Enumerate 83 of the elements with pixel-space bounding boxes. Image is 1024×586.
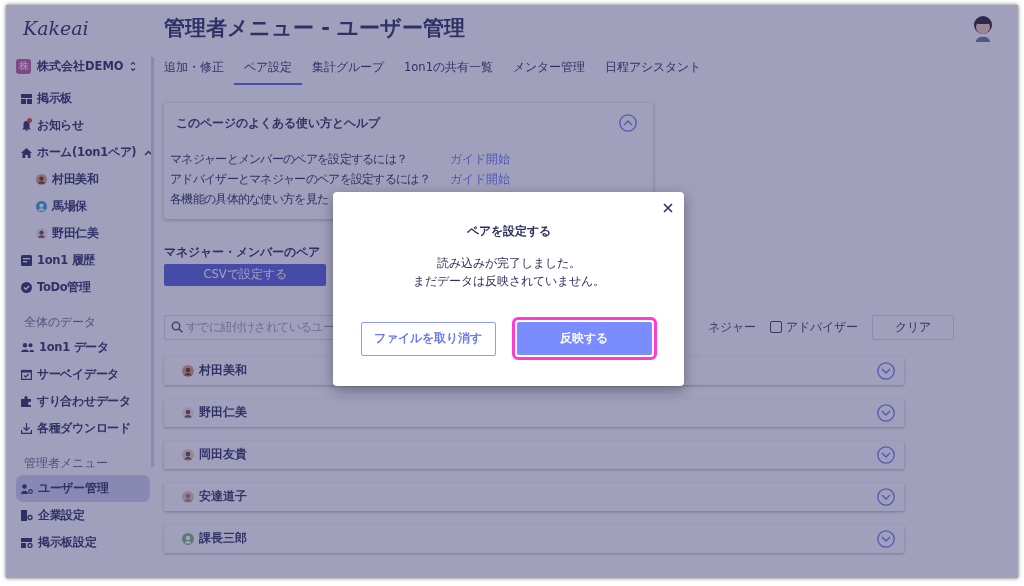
- guide-link[interactable]: ガイド開始: [450, 151, 510, 167]
- section-heading: 管理者メニュー: [24, 456, 109, 472]
- search-icon: [171, 320, 183, 333]
- up-down-icon: [130, 60, 136, 72]
- help-title: このページのよくある使い方とヘルプ: [176, 115, 380, 131]
- sidebar-item[interactable]: すり合わせデータ: [16, 388, 150, 415]
- avatar-icon: [182, 532, 194, 545]
- section-heading: 全体のデータ: [24, 315, 97, 331]
- avatar-icon: [182, 364, 194, 377]
- user-name: 野田仁美: [199, 405, 248, 420]
- sidebar-item[interactable]: ユーザー管理: [16, 475, 150, 502]
- sidebar-item[interactable]: 野田仁美: [16, 220, 150, 247]
- board-gear-icon: [21, 537, 33, 548]
- download-icon: [21, 423, 32, 434]
- user-avatar-icon: [972, 14, 994, 42]
- house-icon: [21, 147, 32, 158]
- expand-icon[interactable]: [877, 403, 895, 422]
- logo: Kakeai: [21, 17, 90, 41]
- tab[interactable]: メンター管理: [502, 51, 595, 85]
- building-gear-icon: [21, 510, 33, 521]
- checkbox-label: ネジャー: [708, 319, 756, 335]
- sidebar-item[interactable]: ToDo管理: [16, 274, 150, 301]
- expand-icon[interactable]: [877, 529, 895, 548]
- sidebar-item[interactable]: サーベイデータ: [16, 361, 150, 388]
- pair-row[interactable]: 安達道子: [164, 482, 904, 511]
- csv-button[interactable]: CSVで設定する: [164, 263, 326, 286]
- pair-row[interactable]: 課長三郎: [164, 524, 904, 553]
- sidebar-item[interactable]: 掲示板設定: [16, 529, 150, 556]
- tab[interactable]: 日程アシスタント: [594, 51, 711, 85]
- bell-icon: [21, 120, 32, 131]
- checkbox[interactable]: [770, 321, 782, 333]
- avatar-icon: [182, 490, 194, 503]
- pair-row[interactable]: 野田仁美: [164, 398, 904, 427]
- note-icon: [21, 255, 32, 266]
- checkbox-label: アドバイザー: [786, 319, 858, 335]
- company-badge: 株: [16, 58, 31, 74]
- tab[interactable]: 1on1の共有一覧: [394, 51, 503, 85]
- guide-link[interactable]: ガイド開始: [450, 171, 510, 187]
- help-question: マネジャーとメンバーのペアを設定するには？: [170, 151, 409, 167]
- pair-row[interactable]: 岡田友貴: [164, 440, 904, 469]
- user-name: 安達道子: [199, 489, 248, 504]
- collapse-icon[interactable]: [619, 114, 637, 132]
- user-name: 岡田友貴: [199, 447, 248, 462]
- sidebar-item[interactable]: ホーム(1on1ペア): [16, 139, 150, 166]
- expand-icon[interactable]: [877, 361, 895, 380]
- help-question: アドバイザーとマネジャーのペアを設定するには？: [170, 171, 431, 187]
- sidebar-item[interactable]: 各種ダウンロード: [16, 415, 150, 442]
- sidebar-item[interactable]: 馬場保: [16, 193, 150, 220]
- tab[interactable]: 追加・修正: [164, 51, 234, 85]
- user-name: 村田美和: [199, 363, 248, 378]
- section-title: マネジャー・メンバーのペア: [164, 245, 320, 261]
- company-name[interactable]: 株式会社DEMO: [37, 58, 124, 74]
- avatar-icon: [36, 228, 47, 239]
- sidebar-item[interactable]: 掲示板: [16, 85, 150, 112]
- tab[interactable]: 集計グループ: [302, 51, 394, 85]
- sidebar-item[interactable]: 村田美和: [16, 166, 150, 193]
- avatar-icon: [182, 406, 194, 419]
- sidebar-item[interactable]: 1on1 データ: [16, 334, 150, 361]
- tab[interactable]: ペア設定: [234, 51, 302, 85]
- close-icon[interactable]: [663, 203, 673, 213]
- clear-button[interactable]: クリア: [872, 314, 954, 340]
- puzzle-icon: [21, 396, 32, 407]
- confirm-button[interactable]: 反映する: [516, 322, 652, 355]
- sidebar-item[interactable]: お知らせ: [16, 112, 150, 139]
- people-icon: [21, 343, 34, 352]
- sidebar-item[interactable]: 企業設定: [16, 502, 150, 529]
- expand-icon[interactable]: [877, 487, 895, 506]
- board-icon: [21, 93, 32, 104]
- expand-icon[interactable]: [877, 445, 895, 464]
- calendar-icon: [21, 369, 32, 380]
- avatar-icon: [182, 448, 194, 461]
- check-circle-icon: [21, 282, 32, 293]
- dialog-title: ペアを設定する: [466, 223, 551, 240]
- user-gear-icon: [21, 483, 33, 494]
- page-title: 管理者メニュー - ユーザー管理: [164, 15, 466, 42]
- help-question: 各機能の具体的な使い方を見た: [170, 191, 330, 207]
- sidebar-item[interactable]: 1on1 履歴: [16, 247, 150, 274]
- avatar-icon: [36, 174, 47, 185]
- cancel-button[interactable]: ファイルを取り消す: [360, 321, 496, 356]
- dialog-message: まだデータは反映されていません。: [412, 273, 605, 290]
- user-name: 課長三郎: [199, 531, 248, 546]
- dialog-message: 読み込みが完了しました。: [435, 255, 582, 272]
- avatar-icon: [36, 201, 47, 212]
